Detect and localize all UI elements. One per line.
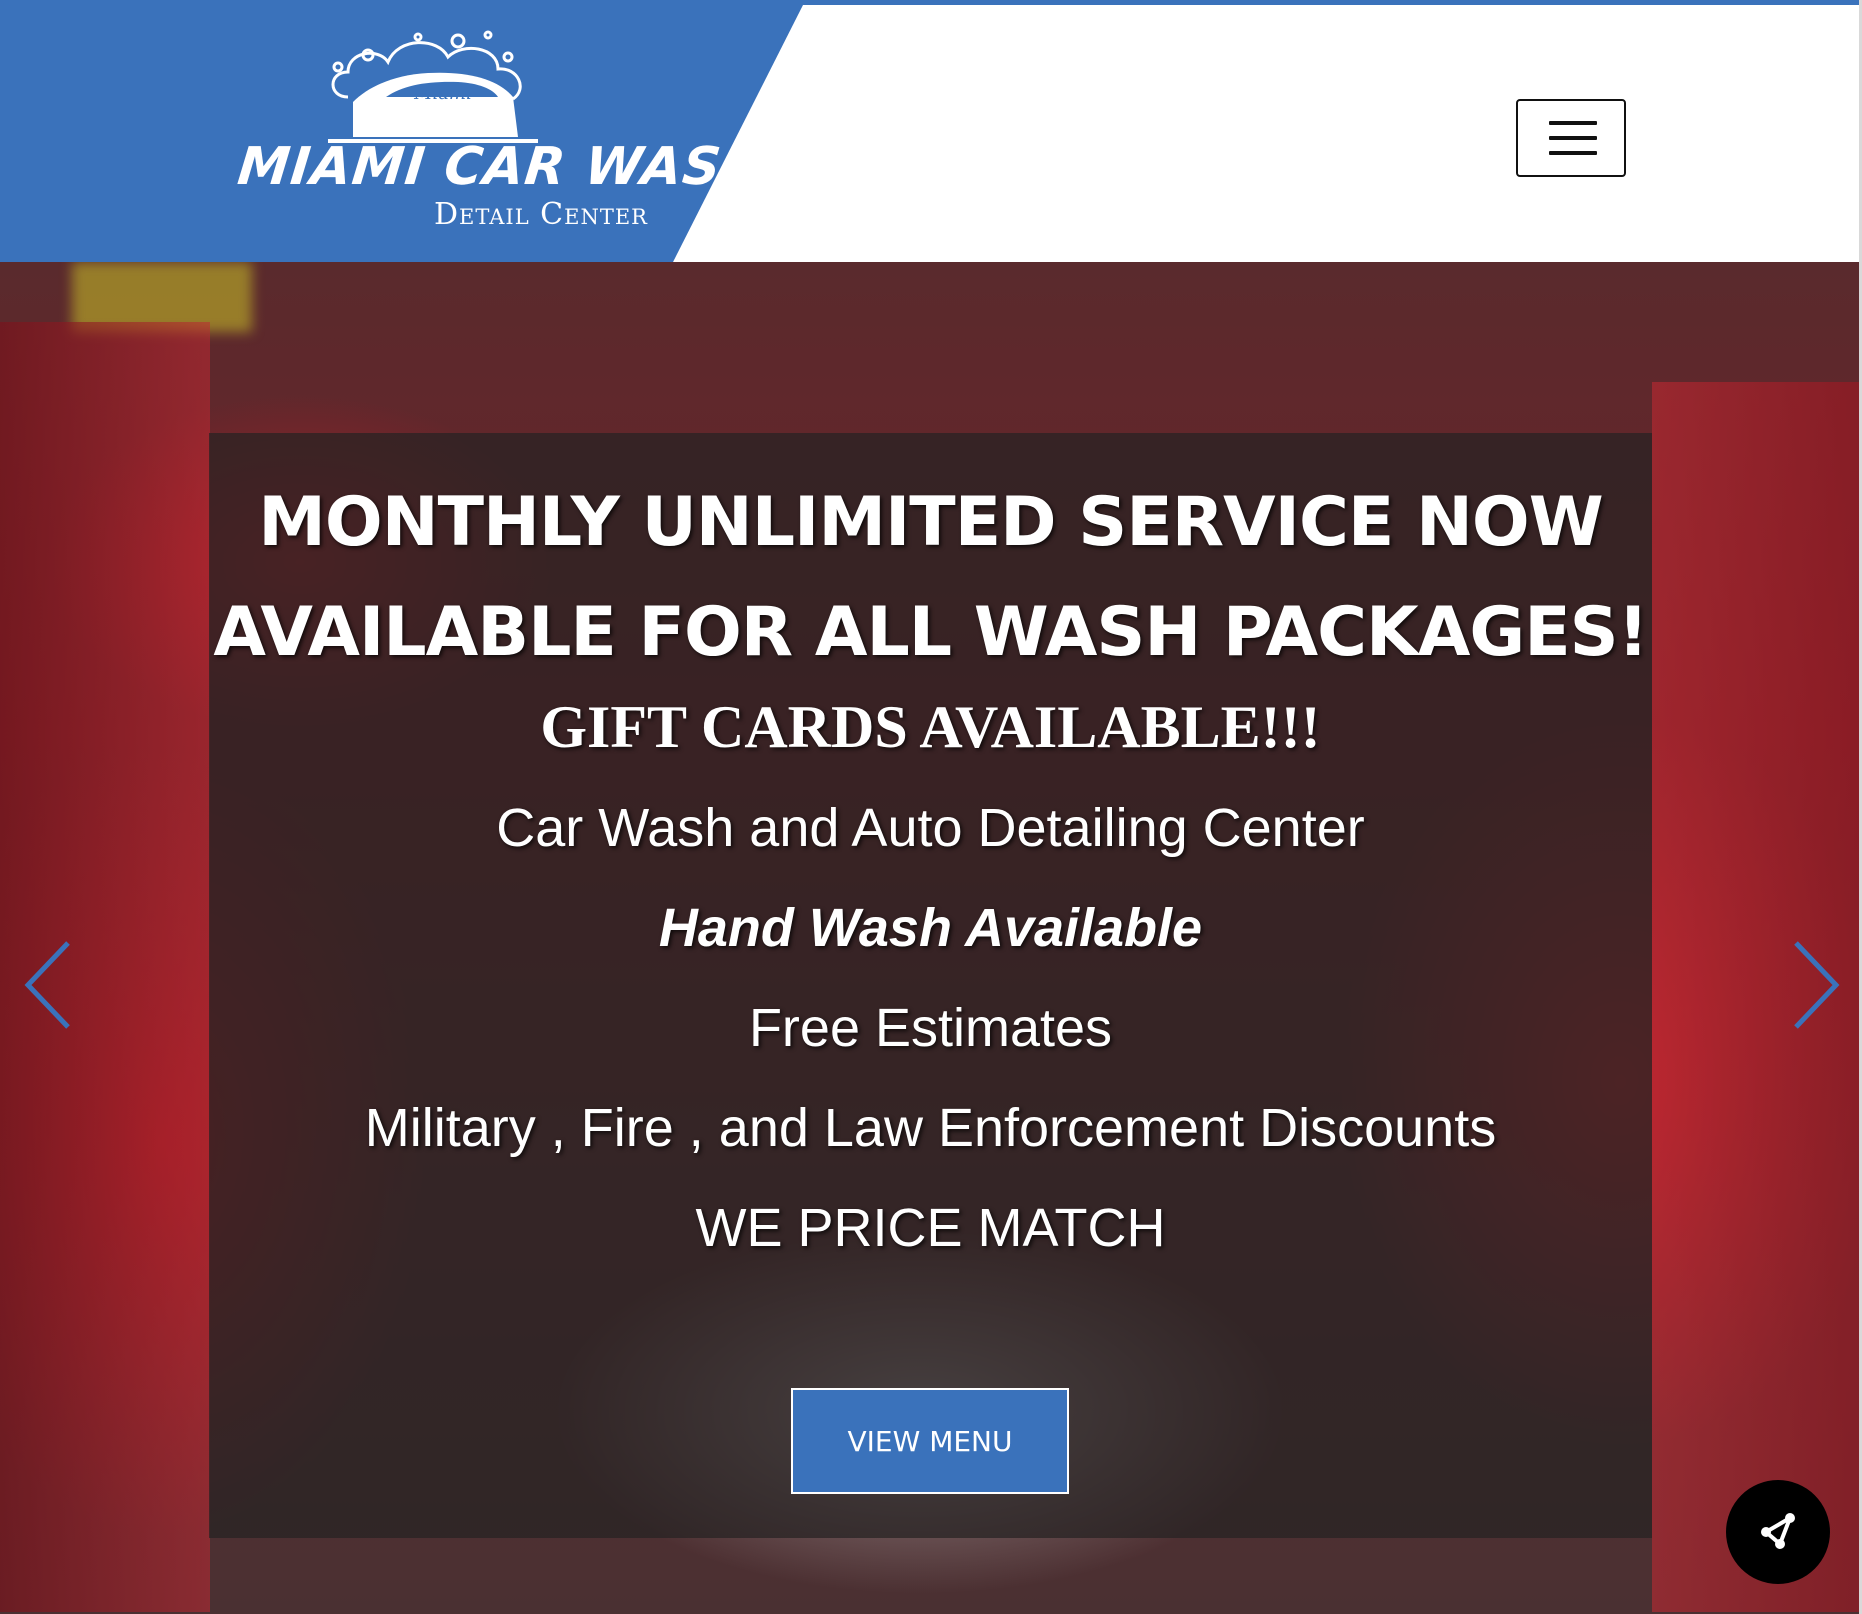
hero-caption-box: MONTHLY UNLIMITED SERVICE NOW AVAILABLE … [209, 433, 1652, 1538]
view-menu-button[interactable]: VIEW MENU [791, 1388, 1069, 1494]
hand-wash-text: Hand Wash Available [658, 898, 1203, 958]
site-header: Miami MIAMI CAR WASH Detail Center [0, 0, 1862, 267]
logo-script-text: Miami [413, 83, 472, 104]
hamburger-menu-icon-bar [1549, 151, 1597, 155]
site-logo[interactable]: Miami MIAMI CAR WASH Detail Center [234, 27, 769, 237]
free-estimates-text: Free Estimates [748, 998, 1113, 1058]
chevron-left-icon [24, 941, 70, 1029]
discounts-text: Military , Fire , and Law Enforcement Di… [364, 1098, 1497, 1158]
share-button[interactable] [1726, 1480, 1830, 1584]
logo-subtitle: Detail Center [434, 197, 648, 232]
chevron-right-icon [1794, 941, 1840, 1029]
headline-line-2: AVAILABLE FOR ALL WASH PACKAGES! [213, 593, 1648, 672]
hero-carousel: MONTHLY UNLIMITED SERVICE NOW AVAILABLE … [0, 262, 1862, 1614]
hamburger-menu-button[interactable] [1516, 99, 1626, 177]
carousel-prev-button[interactable] [20, 935, 80, 1035]
price-match-text: WE PRICE MATCH [695, 1198, 1166, 1258]
logo-title: MIAMI CAR WASH [234, 137, 769, 197]
hamburger-menu-icon-bar [1549, 136, 1597, 140]
services-text: Car Wash and Auto Detailing Center [496, 798, 1365, 858]
car-wash-logo-icon: Miami [328, 30, 538, 143]
gift-cards-text: GIFT CARDS AVAILABLE!!! [540, 694, 1321, 760]
headline-line-1: MONTHLY UNLIMITED SERVICE NOW [258, 483, 1603, 562]
share-icon [1761, 1513, 1795, 1549]
carousel-next-button[interactable] [1784, 935, 1844, 1035]
hamburger-menu-icon [1549, 121, 1597, 125]
